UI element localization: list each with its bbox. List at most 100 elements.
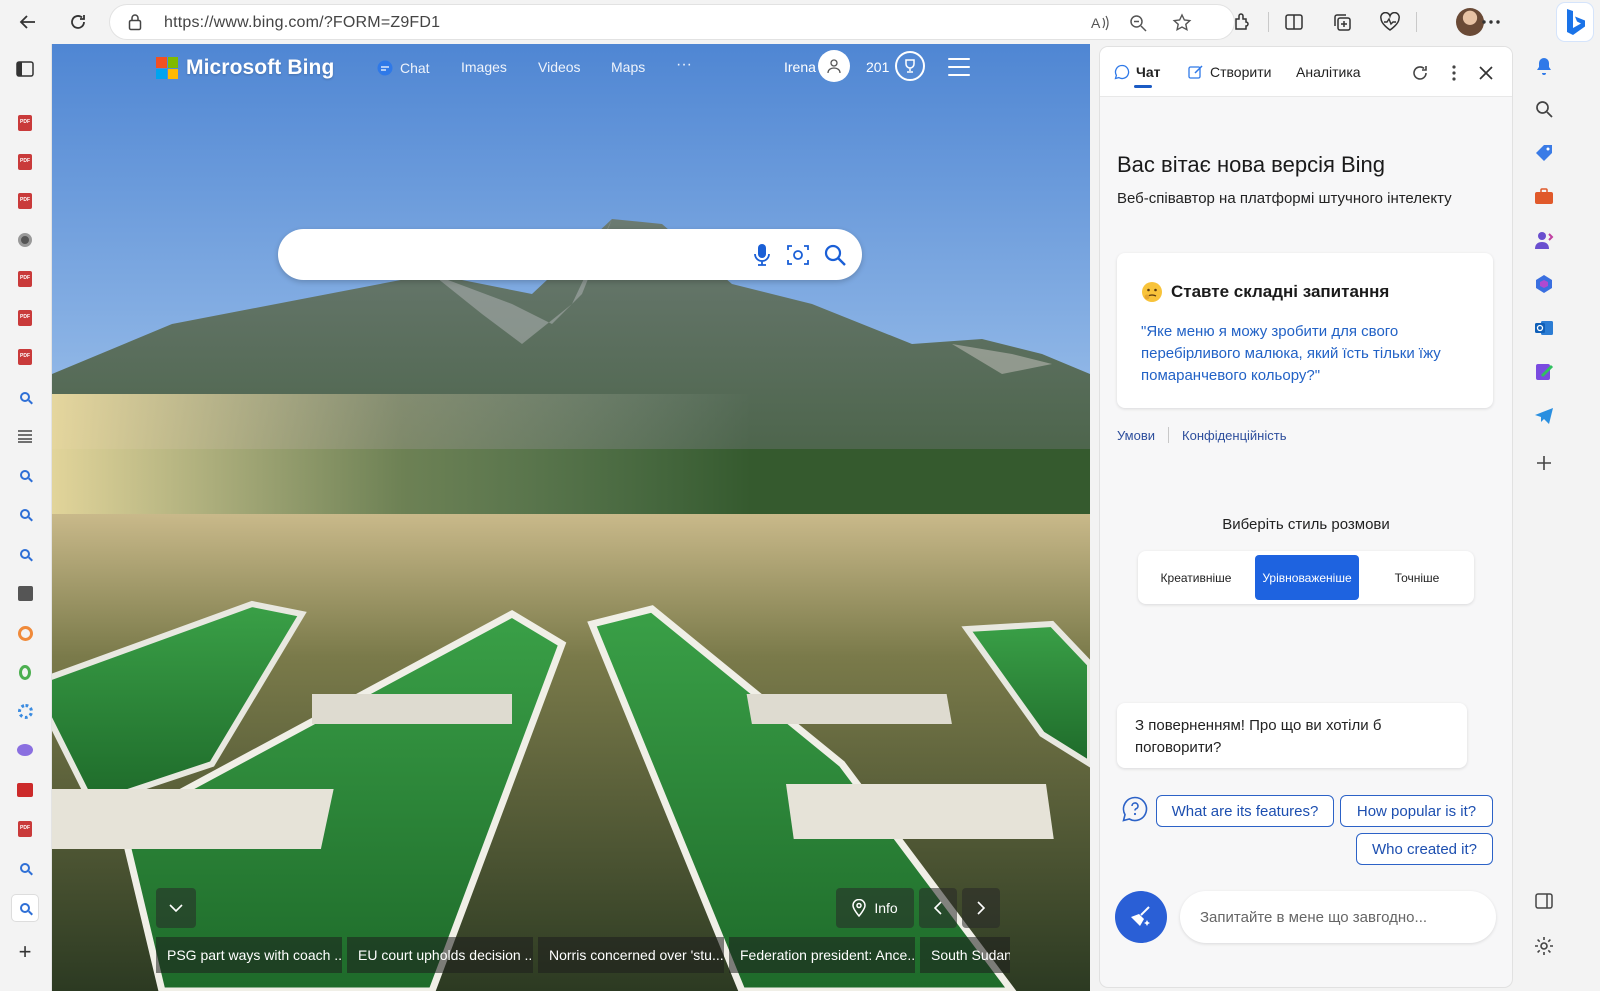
cnn-tab-icon[interactable] xyxy=(12,777,38,803)
pdf-tab-icon[interactable] xyxy=(12,305,38,331)
search-tab-icon[interactable] xyxy=(12,541,38,567)
shopping-tag-icon[interactable] xyxy=(1532,141,1556,165)
list-tab-icon[interactable] xyxy=(12,423,38,449)
svg-text:A: A xyxy=(1091,15,1101,31)
site-tab-icon[interactable] xyxy=(12,620,38,646)
site-tab-icon[interactable] xyxy=(12,580,38,606)
site-tab-icon[interactable] xyxy=(12,227,38,253)
read-aloud-icon[interactable]: A xyxy=(1088,11,1112,35)
news-headline[interactable]: Federation president: Ance... xyxy=(729,937,915,973)
outlook-icon[interactable] xyxy=(1532,316,1556,340)
nav-more-button[interactable]: ··· xyxy=(676,56,692,74)
style-precise-button[interactable]: Точніше xyxy=(1364,555,1470,600)
more-icon[interactable] xyxy=(1475,6,1507,38)
suggestion-chip[interactable]: Who created it? xyxy=(1356,833,1493,865)
pdf-tab-icon[interactable] xyxy=(12,266,38,292)
microphone-icon[interactable] xyxy=(748,241,776,269)
logo-text: Microsoft Bing xyxy=(186,56,335,79)
visual-search-icon[interactable] xyxy=(784,241,812,269)
search-icon[interactable] xyxy=(821,241,849,269)
site-tab-icon[interactable] xyxy=(12,659,38,685)
search-tab-icon[interactable] xyxy=(12,384,38,410)
new-tab-button[interactable]: + xyxy=(12,939,38,965)
close-icon[interactable] xyxy=(1474,61,1498,85)
site-tab-icon[interactable] xyxy=(12,737,38,763)
zoom-out-icon[interactable] xyxy=(1126,11,1150,35)
next-image-button[interactable] xyxy=(962,888,1000,928)
search-tab-icon[interactable] xyxy=(12,462,38,488)
user-name[interactable]: Irena xyxy=(784,59,816,75)
vertical-tabs: + xyxy=(0,44,52,991)
nav-videos-link[interactable]: Videos xyxy=(538,59,581,75)
search-input[interactable] xyxy=(300,241,740,269)
tab-analytics[interactable]: Аналітика xyxy=(1296,64,1361,80)
new-topic-broom-button[interactable] xyxy=(1115,891,1167,943)
card-example-quote[interactable]: "Яке меню я можу зробити для свого переб… xyxy=(1141,321,1471,387)
pdf-tab-icon[interactable] xyxy=(12,816,38,842)
image-info-button[interactable]: Info xyxy=(836,888,914,928)
terms-link[interactable]: Умови xyxy=(1117,428,1155,443)
collapse-chevron-icon[interactable] xyxy=(156,888,196,928)
news-headline[interactable]: EU court upholds decision ... xyxy=(347,937,533,973)
suggestion-chip[interactable]: How popular is it? xyxy=(1340,795,1493,827)
style-creative-button[interactable]: Креативніше xyxy=(1142,555,1250,600)
search-tab-icon[interactable] xyxy=(12,501,38,527)
lock-icon[interactable] xyxy=(128,13,142,36)
nav-images-link[interactable]: Images xyxy=(461,59,507,75)
nav-maps-link[interactable]: Maps xyxy=(611,59,645,75)
games-icon[interactable] xyxy=(1532,228,1556,252)
search-icon[interactable] xyxy=(1532,97,1556,121)
bing-copilot-icon[interactable] xyxy=(1557,3,1593,41)
add-sidebar-app-icon[interactable] xyxy=(1532,451,1556,475)
favorite-star-icon[interactable] xyxy=(1170,11,1194,35)
collections-icon[interactable] xyxy=(1326,6,1358,38)
bing-homepage: Microsoft Bing Chat Images Videos Maps ·… xyxy=(52,44,1090,991)
pdf-tab-icon[interactable] xyxy=(12,149,38,175)
rewards-points[interactable]: 201 xyxy=(866,59,889,75)
style-balanced-button[interactable]: Урівноваженіше xyxy=(1255,555,1359,600)
search-tab-icon[interactable] xyxy=(12,855,38,881)
bell-icon[interactable] xyxy=(1532,54,1556,78)
pdf-tab-icon[interactable] xyxy=(12,188,38,214)
tab-create[interactable]: Створити xyxy=(1188,64,1271,80)
settings-gear-icon[interactable] xyxy=(1532,934,1556,958)
extensions-icon[interactable] xyxy=(1226,6,1258,38)
tab-actions-icon[interactable] xyxy=(12,56,38,82)
suggestion-chip[interactable]: What are its features? xyxy=(1156,795,1334,827)
site-tab-icon[interactable] xyxy=(12,698,38,724)
tab-chat[interactable]: Чат xyxy=(1114,64,1160,88)
news-headline[interactable]: PSG part ways with coach ... xyxy=(156,937,342,973)
pdf-tab-icon[interactable] xyxy=(12,110,38,136)
nav-chat-link[interactable]: Chat xyxy=(376,59,430,77)
hamburger-menu-icon[interactable] xyxy=(948,58,970,76)
chat-icon xyxy=(377,60,393,76)
browser-toolbar: https://www.bing.com/?FORM=Z9FD1 A xyxy=(0,0,1600,44)
microsoft-365-icon[interactable] xyxy=(1532,272,1556,296)
hide-sidebar-icon[interactable] xyxy=(1532,889,1556,913)
refresh-icon[interactable] xyxy=(1408,61,1432,85)
url-text[interactable]: https://www.bing.com/?FORM=Z9FD1 xyxy=(164,14,440,32)
chat-input[interactable] xyxy=(1200,905,1480,929)
health-icon[interactable] xyxy=(1374,6,1406,38)
privacy-link[interactable]: Конфіденційність xyxy=(1182,428,1286,443)
more-options-icon[interactable] xyxy=(1442,61,1466,85)
microsoft-bing-logo[interactable]: Microsoft Bing xyxy=(156,56,334,80)
back-icon[interactable] xyxy=(12,6,44,38)
rewards-trophy-icon[interactable] xyxy=(895,51,925,81)
search-tab-icon[interactable] xyxy=(12,895,38,921)
conversation-style-title: Виберіть стиль розмови xyxy=(1222,516,1390,533)
news-headline[interactable]: South Sudan xyxy=(920,937,1010,973)
previous-image-button[interactable] xyxy=(919,888,957,928)
location-pin-icon xyxy=(852,899,867,917)
refresh-icon[interactable] xyxy=(62,6,94,38)
example-prompt-card[interactable]: Ставте складні запитання "Яке меню я мож… xyxy=(1117,253,1493,408)
address-bar[interactable]: https://www.bing.com/?FORM=Z9FD1 A xyxy=(110,5,1234,39)
designer-icon[interactable] xyxy=(1532,360,1556,384)
user-avatar-icon[interactable] xyxy=(818,50,850,82)
tools-briefcase-icon[interactable] xyxy=(1532,184,1556,208)
send-telegram-icon[interactable] xyxy=(1532,404,1556,428)
pdf-tab-icon[interactable] xyxy=(12,344,38,370)
question-help-icon xyxy=(1122,796,1148,822)
split-screen-icon[interactable] xyxy=(1278,6,1310,38)
news-headline[interactable]: Norris concerned over 'stu... xyxy=(538,937,724,973)
